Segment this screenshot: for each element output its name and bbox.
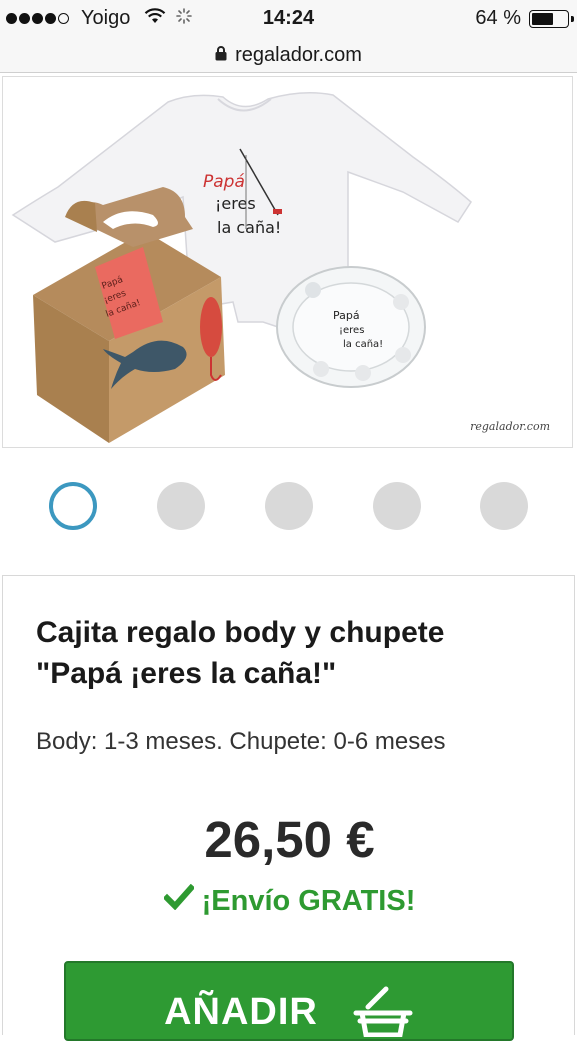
product-image[interactable]: Papá ¡eres la caña! Papá ¡eres la caña!: [2, 76, 573, 448]
pacifier-illustration: Papá ¡eres la caña!: [276, 266, 426, 388]
carousel-dot-2[interactable]: [157, 482, 205, 530]
product-title-line-2: "Papá ¡eres la caña!": [36, 657, 337, 690]
product-price: 26,50 €: [204, 811, 375, 868]
status-bar: Yoigo 14:24 64 %: [0, 0, 577, 38]
product-card: Cajita regalo body y chupete "Papá ¡eres…: [2, 575, 576, 1041]
svg-text:la caña!: la caña!: [217, 218, 281, 237]
product-subtitle: Body: 1-3 meses. Chupete: 0-6 meses: [36, 728, 446, 755]
svg-text:la caña!: la caña!: [343, 339, 383, 350]
status-right: 64 %: [475, 7, 574, 30]
carousel-dot-4[interactable]: [373, 482, 421, 530]
carousel-dot-5[interactable]: [480, 482, 528, 530]
svg-text:Papá: Papá: [203, 172, 245, 192]
svg-text:Papá: Papá: [333, 309, 360, 322]
add-to-cart-button[interactable]: AÑADIR: [64, 961, 514, 1041]
check-icon: [162, 883, 195, 918]
url-text: regalador.com: [235, 43, 362, 66]
product-photo: Papá ¡eres la caña! Papá ¡eres la caña!: [11, 92, 472, 443]
battery-icon: [529, 9, 574, 28]
battery-percent: 64 %: [475, 7, 521, 29]
cart-icon: [352, 983, 414, 1039]
free-shipping-text: ¡Envío GRATIS!: [201, 884, 416, 917]
product-title: Cajita regalo body y chupete "Papá ¡eres…: [36, 612, 546, 694]
regalador-logo: regalador.com: [470, 420, 550, 433]
carousel-dot-1[interactable]: [49, 482, 97, 530]
svg-text:¡eres: ¡eres: [215, 194, 256, 213]
battery-fill: [532, 12, 553, 25]
image-carousel-indicator: [0, 482, 577, 530]
carousel-dot-3[interactable]: [265, 482, 313, 530]
svg-text:¡eres: ¡eres: [339, 325, 364, 336]
free-shipping-notice: ¡Envío GRATIS!: [3, 883, 576, 918]
address-bar[interactable]: regalador.com: [0, 38, 577, 73]
lock-icon: [215, 44, 227, 67]
product-title-line-1: Cajita regalo body y chupete: [36, 616, 445, 649]
add-to-cart-label: AÑADIR: [164, 991, 318, 1033]
